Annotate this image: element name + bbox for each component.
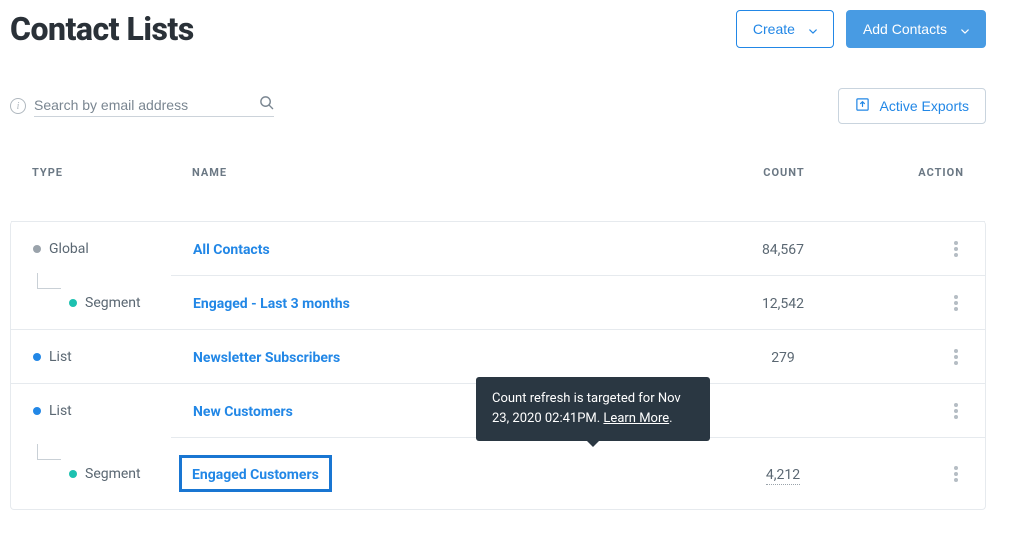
list-name-link[interactable]: All Contacts [193,242,270,258]
tooltip-arrow-icon [587,441,599,447]
chevron-down-icon [809,21,817,37]
count-value: 84,567 [762,242,804,258]
search-input[interactable] [34,97,259,113]
create-button-label: Create [753,21,795,37]
count-refresh-tooltip: Count refresh is targeted for Nov 23, 20… [476,377,710,441]
create-button[interactable]: Create [736,10,834,48]
list-name-link[interactable]: Engaged - Last 3 months [193,296,350,312]
table-row: Segment Engaged - Last 3 months 12,542 [171,275,985,329]
row-action-menu[interactable] [949,295,963,311]
add-contacts-button-label: Add Contacts [863,21,947,37]
cell-type: List [33,403,193,419]
cell-type: List [33,349,193,365]
list-bullet-icon [33,407,41,415]
type-label: List [49,403,72,419]
row-action-menu[interactable] [949,241,963,257]
tree-branch-icon [37,444,61,460]
cell-type: Segment [33,295,141,311]
table-row: Segment Engaged Customers 4,212 [171,437,985,509]
highlight-box: Engaged Customers [179,455,332,492]
type-label: Segment [85,466,141,482]
table-row: List New Customers Count refresh is targ… [11,383,985,437]
list-name-link[interactable]: New Customers [193,404,293,420]
type-label: List [49,349,72,365]
export-icon [855,97,870,115]
table-header: TYPE NAME COUNT ACTION [10,152,986,193]
segment-bullet-icon [69,470,77,478]
list-bullet-icon [33,353,41,361]
list-name-link[interactable]: Engaged Customers [192,467,319,483]
page-title: Contact Lists [10,10,194,48]
row-action-menu[interactable] [949,349,963,365]
count-value[interactable]: 4,212 [766,467,800,485]
tooltip-learn-more-link[interactable]: Learn More [603,411,669,426]
count-value: 279 [771,350,795,366]
col-header-type: TYPE [32,166,192,179]
row-action-menu[interactable] [949,403,963,419]
type-label: Global [49,241,89,257]
cell-type: Global [33,241,193,257]
row-action-menu[interactable] [949,466,963,482]
active-exports-label: Active Exports [880,98,969,114]
info-icon[interactable]: i [10,98,26,114]
table-row: Global All Contacts 84,567 [11,221,985,275]
count-value: 12,542 [762,296,804,312]
cell-type: Segment [33,466,141,482]
row-group: Global All Contacts 84,567 Segment Engag… [11,221,985,329]
contact-lists-table: Global All Contacts 84,567 Segment Engag… [10,221,986,510]
tooltip-text-end: . [669,411,672,426]
search-field[interactable] [34,95,274,117]
header-buttons: Create Add Contacts [736,10,986,48]
active-exports-button[interactable]: Active Exports [838,88,986,124]
global-bullet-icon [33,245,41,253]
chevron-down-icon [961,21,969,37]
col-header-count: COUNT [684,166,884,179]
search-group: i [10,95,274,117]
row-group: List New Customers Count refresh is targ… [11,383,985,509]
search-icon[interactable] [259,95,274,114]
add-contacts-button[interactable]: Add Contacts [846,10,986,48]
col-header-name: NAME [192,166,684,179]
col-header-action: ACTION [884,166,964,179]
segment-bullet-icon [69,299,77,307]
list-name-link[interactable]: Newsletter Subscribers [193,350,340,366]
table-row: List Newsletter Subscribers 279 [11,329,985,383]
type-label: Segment [85,295,141,311]
tree-branch-icon [37,273,61,289]
